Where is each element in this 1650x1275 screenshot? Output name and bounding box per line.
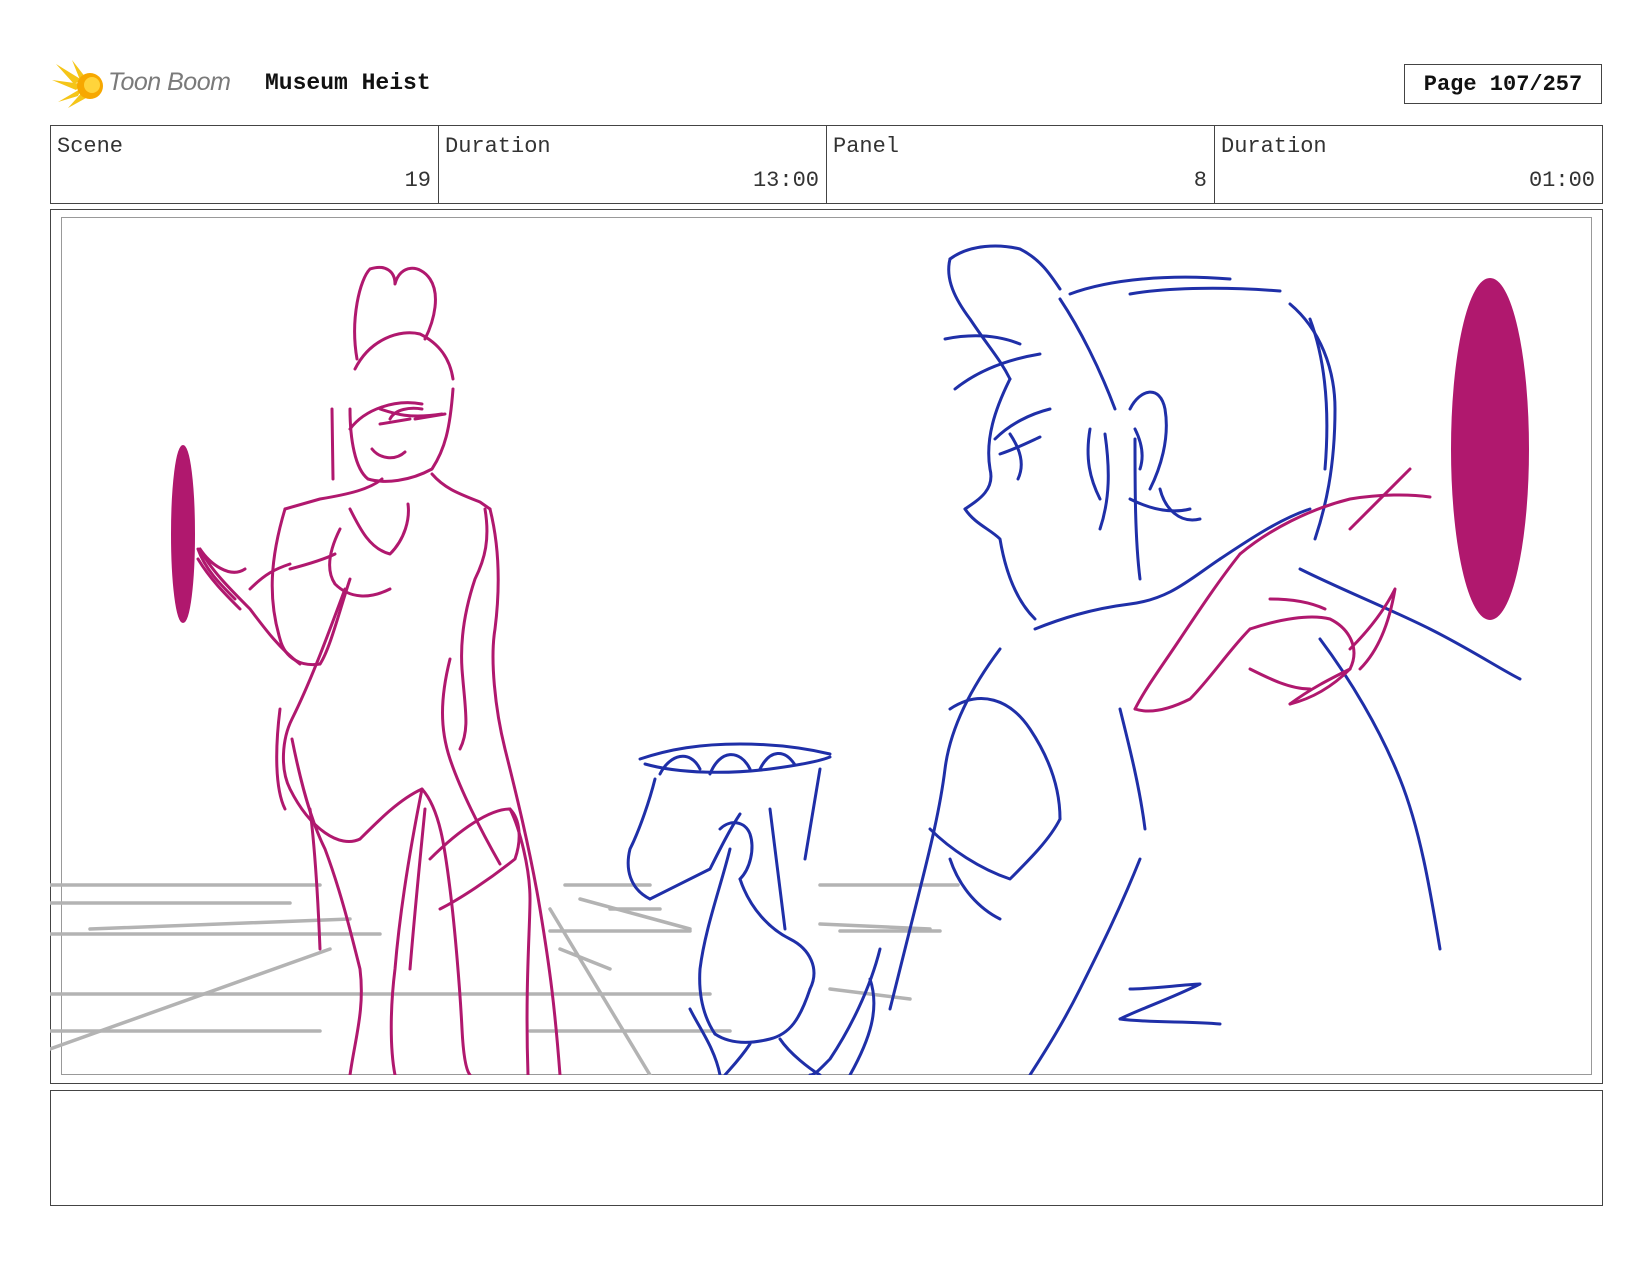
- scene-label: Scene: [57, 134, 124, 159]
- panel-value: 8: [1193, 168, 1207, 193]
- panel-notes-box: [50, 1090, 1603, 1206]
- man-figure: [626, 244, 1522, 1075]
- panel-duration-cell: Duration 01:00: [1215, 126, 1602, 203]
- panel-label: Panel: [833, 134, 900, 159]
- panel-cell: Panel 8: [827, 126, 1215, 203]
- project-title: Museum Heist: [265, 70, 431, 96]
- scene-duration-value: 13:00: [752, 168, 819, 193]
- scene-duration-label: Duration: [445, 134, 551, 159]
- scene-cell: Scene 19: [51, 126, 439, 203]
- scene-duration-cell: Duration 13:00: [439, 126, 827, 203]
- page-number: Page 107/257: [1404, 64, 1602, 104]
- scene-info-row: Scene 19 Duration 13:00 Panel 8 Duration…: [50, 125, 1603, 204]
- storyboard-sketch: [50, 244, 1529, 1075]
- toon-boom-logo: Toon Boom: [52, 58, 252, 110]
- panel-duration-label: Duration: [1221, 134, 1327, 159]
- woman-hand-overlay: [1133, 278, 1529, 713]
- floor-grid: [50, 883, 960, 1075]
- panel-duration-value: 01:00: [1528, 168, 1595, 193]
- starburst-icon: [52, 60, 103, 108]
- scene-value: 19: [404, 168, 431, 193]
- logo-text: Toon Boom: [108, 68, 231, 96]
- woman-figure: [171, 265, 562, 1075]
